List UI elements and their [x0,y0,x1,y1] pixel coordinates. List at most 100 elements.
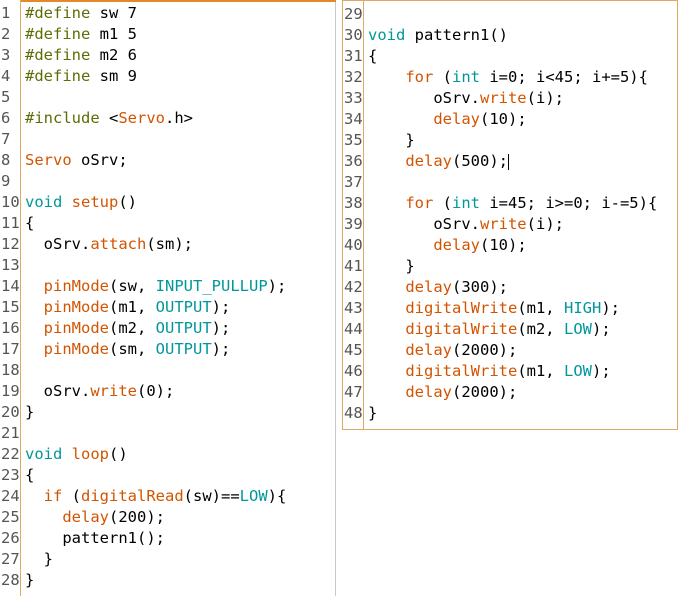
code-text[interactable]: delay(2000); [368,340,517,361]
code-token: digitalWrite [405,299,518,317]
code-token: digitalWrite [405,362,518,380]
line-number: 15 [1,298,20,316]
code-text[interactable]: digitalWrite(m1, LOW); [368,361,610,382]
code-text[interactable]: delay(10); [368,109,526,130]
code-text[interactable]: pattern1(); [25,528,165,549]
code-token: { [368,47,378,65]
code-text[interactable]: #include <Servo.h> [25,108,193,129]
code-text[interactable]: } [368,130,415,151]
code-token: (i); [526,215,564,233]
line-number: 3 [1,46,11,64]
code-text[interactable]: void setup() [25,192,137,213]
code-token: void [25,445,63,463]
line-number: 38 [344,194,363,212]
code-text[interactable]: void pattern1() [368,25,508,46]
line-number: 21 [1,424,20,442]
code-text[interactable]: void loop() [25,444,128,465]
code-token: { [25,214,35,232]
line-number: 12 [1,235,20,253]
code-text[interactable]: oSrv.attach(sm); [25,234,193,255]
code-token: (2000); [452,383,518,401]
code-text[interactable]: #define sm 9 [25,66,137,87]
code-token: for [405,194,434,212]
code-text[interactable]: #define sw 7 [25,3,137,24]
code-text[interactable]: #define m2 6 [25,45,137,66]
code-token: i=45; i>=0; i-=5){ [480,194,658,212]
code-token: (i); [526,89,564,107]
code-text[interactable]: delay(2000); [368,382,517,403]
code-text[interactable]: Servo oSrv; [25,150,128,171]
code-token: } [25,550,53,568]
code-token: ){ [267,487,287,505]
code-text[interactable]: delay(200); [25,507,165,528]
code-token: (m2, [109,319,156,337]
code-text[interactable]: oSrv.write(0); [25,381,175,402]
code-editor-left-pane[interactable]: 1 #define sw 7 2 #define m1 5 3 #define m2 6 4… [0,0,336,596]
line-number: 25 [1,508,20,526]
code-token: ); [591,320,611,338]
code-text[interactable]: { [25,465,34,486]
code-token: (sw)== [183,487,240,505]
code-token: (500); [452,152,508,170]
code-token: ); [211,340,231,358]
code-token: } [368,404,378,422]
code-text[interactable]: } [368,403,377,424]
line-number: 47 [344,383,363,401]
code-text[interactable]: { [368,46,377,67]
code-text[interactable]: delay(10); [368,235,526,256]
code-token: pattern1() [405,26,508,44]
line-number: 22 [1,445,20,463]
code-text[interactable]: oSrv.write(i); [368,214,564,235]
line-number: 24 [1,487,20,505]
line-number: 2 [1,25,11,43]
line-number: 26 [1,529,20,547]
line-number: 27 [1,550,20,568]
code-text[interactable]: pinMode(sm, OUTPUT); [25,339,231,360]
line-number: 9 [1,172,11,190]
code-text[interactable]: if (digitalRead(sw)==LOW){ [25,486,287,507]
code-text[interactable]: pinMode(m2, OUTPUT); [25,318,231,339]
line-number: 43 [344,299,363,317]
code-text[interactable]: delay(500); [368,151,509,172]
code-text[interactable]: digitalWrite(m1, HIGH); [368,298,620,319]
code-token: HIGH [563,299,602,317]
code-token: i=0; i<45; i+=5){ [480,68,648,86]
code-text[interactable]: for (int i=45; i>=0; i-=5){ [368,193,657,214]
code-text[interactable]: pinMode(m1, OUTPUT); [25,297,231,318]
code-text[interactable]: pinMode(sw, INPUT_PULLUP); [25,276,287,297]
code-text[interactable]: #define m1 5 [25,24,137,45]
line-number: 14 [1,277,20,295]
code-token: pinMode [43,319,109,337]
line-number: 44 [344,320,363,338]
code-token: delay [433,236,480,254]
code-editor-right-pane[interactable]: 29 30 void pattern1() 31{32 for (int i=0; i… [342,0,678,430]
code-text[interactable]: } [25,402,34,423]
code-token: pinMode [43,298,109,316]
code-text[interactable]: { [25,213,34,234]
code-token: delay [405,278,452,296]
line-number: 19 [1,382,20,400]
code-text[interactable]: } [25,549,53,570]
code-text[interactable]: delay(300); [368,277,508,298]
code-token: loop [71,445,109,463]
line-number: 29 [344,5,363,23]
code-token: write [479,215,527,233]
code-text[interactable]: } [368,256,414,277]
line-number: 7 [1,130,11,148]
code-text[interactable]: digitalWrite(m2, LOW); [368,319,611,340]
code-text[interactable]: for (int i=0; i<45; i+=5){ [368,67,648,88]
code-token: (m2, [517,320,564,338]
code-text[interactable]: } [25,570,34,591]
code-text[interactable]: oSrv.write(i); [368,88,564,109]
code-token: (sm, [109,340,156,358]
code-token: } [368,131,415,149]
line-number: 32 [344,68,363,86]
code-token: #define [25,46,91,64]
